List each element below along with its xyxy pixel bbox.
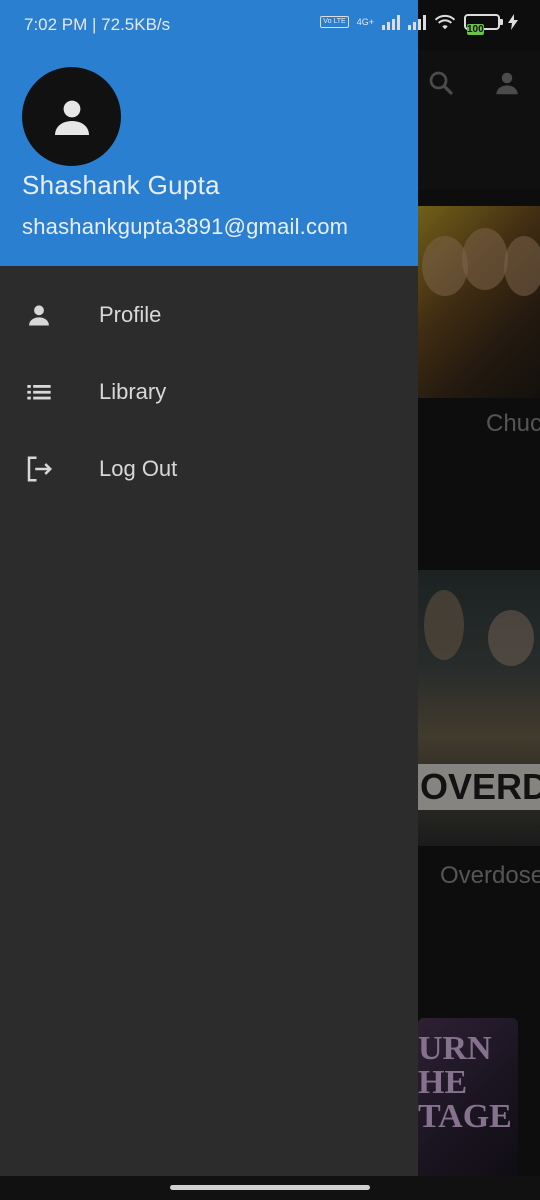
logout-icon bbox=[24, 454, 54, 484]
avatar[interactable] bbox=[22, 67, 121, 166]
navigation-drawer: Shashank Gupta shashankgupta3891@gmail.c… bbox=[0, 0, 418, 1200]
home-indicator[interactable] bbox=[170, 1185, 370, 1190]
system-nav-bar bbox=[0, 1176, 540, 1200]
menu-item-library[interactable]: Library bbox=[0, 355, 418, 429]
menu-item-profile[interactable]: Profile bbox=[0, 278, 418, 352]
menu-item-logout[interactable]: Log Out bbox=[0, 432, 418, 506]
person-icon bbox=[24, 300, 54, 330]
person-icon bbox=[54, 100, 89, 135]
status-time-speed: 7:02 PM | 72.5KB/s bbox=[24, 15, 171, 34]
wifi-icon bbox=[434, 14, 456, 30]
user-name: Shashank Gupta bbox=[22, 170, 220, 200]
menu-item-label: Profile bbox=[99, 302, 162, 327]
volte-badge: Vo LTE bbox=[320, 16, 349, 28]
battery-icon: 100 bbox=[464, 14, 503, 35]
signal-icon bbox=[382, 14, 400, 30]
list-icon bbox=[24, 377, 54, 407]
status-bar: 7:02 PM | 72.5KB/s Vo LTE 4G+ 100 bbox=[0, 0, 540, 50]
charging-icon bbox=[508, 14, 518, 30]
drawer-scrim[interactable] bbox=[418, 0, 540, 1200]
menu-item-label: Log Out bbox=[99, 456, 178, 481]
status-indicators: Vo LTE 4G+ 100 bbox=[320, 13, 518, 35]
menu-item-label: Library bbox=[99, 379, 167, 404]
network-type: 4G+ bbox=[356, 17, 374, 27]
user-email: shashankgupta3891@gmail.com bbox=[22, 214, 349, 239]
signal-icon bbox=[408, 14, 426, 30]
